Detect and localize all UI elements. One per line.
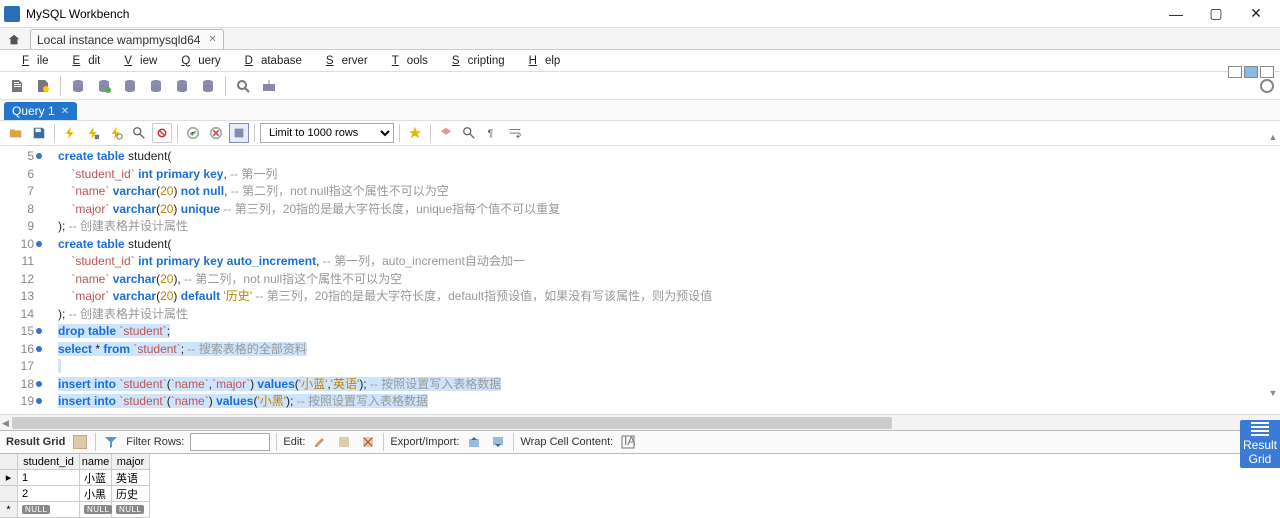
col-header[interactable]: major (112, 454, 150, 470)
main-toolbar (0, 72, 1280, 100)
result-toolbar: Result Grid Filter Rows: Edit: Export/Im… (0, 430, 1280, 454)
horizontal-scrollbar[interactable]: ◀ ▶ (0, 414, 1280, 430)
menu-help[interactable]: Help (513, 55, 569, 67)
menu-database[interactable]: Database (229, 55, 310, 67)
grid-icon (1251, 422, 1269, 438)
home-icon[interactable] (4, 31, 24, 49)
open-file-icon[interactable] (6, 123, 26, 143)
export-icon[interactable] (465, 433, 483, 451)
query-toolbar: Limit to 1000 rows ¶ (0, 120, 1280, 146)
settings-icon[interactable] (1260, 79, 1274, 93)
line-gutter: 5678910111213141516171819 (0, 146, 44, 414)
menu-file[interactable]: File (6, 55, 57, 67)
save-icon[interactable] (29, 123, 49, 143)
stop-icon[interactable] (152, 123, 172, 143)
menu-scripting[interactable]: Scripting (436, 55, 513, 67)
menu-view[interactable]: View (108, 55, 165, 67)
code-content[interactable]: create table student( `student_id` int p… (58, 146, 1280, 414)
execute-icon[interactable] (60, 123, 80, 143)
edit-row-icon[interactable] (311, 433, 329, 451)
result-grid-icon[interactable] (71, 433, 89, 451)
query-tab[interactable]: Query 1 ✕ (4, 102, 77, 120)
dashboard-icon[interactable] (258, 75, 280, 97)
menu-tools[interactable]: Tools (376, 55, 436, 67)
query-tabstrip: Query 1 ✕ (0, 100, 1280, 120)
db-cylinder-icon[interactable] (67, 75, 89, 97)
panel-left-toggle[interactable] (1228, 66, 1242, 78)
autocommit-toggle-icon[interactable] (229, 123, 249, 143)
commit-icon[interactable] (183, 123, 203, 143)
connection-tab[interactable]: Local instance wampmysqld64 ✕ (30, 29, 224, 49)
panel-toggle-group (1228, 66, 1274, 78)
search-icon[interactable] (129, 123, 149, 143)
db-edit-icon[interactable] (119, 75, 141, 97)
table-row[interactable]: *NULLNULLNULL (0, 502, 150, 518)
db-server-icon[interactable] (197, 75, 219, 97)
filter-rows-input[interactable] (190, 433, 270, 451)
wrap-cell-icon[interactable]: IA (619, 433, 637, 451)
window-titlebar: MySQL Workbench — ▢ ✕ (0, 0, 1280, 28)
close-button[interactable]: ✕ (1236, 1, 1276, 27)
sql-editor[interactable]: 5678910111213141516171819 create table s… (0, 146, 1280, 414)
search-db-icon[interactable] (232, 75, 254, 97)
close-icon[interactable]: ✕ (208, 34, 216, 45)
menubar: FileEditViewQueryDatabaseServerToolsScri… (0, 50, 1280, 72)
window-title: MySQL Workbench (26, 7, 1156, 21)
maximize-button[interactable]: ▢ (1196, 1, 1236, 27)
col-header[interactable]: student_id (18, 454, 80, 470)
table-row[interactable]: 2小黑历史 (0, 486, 150, 502)
rollback-icon[interactable] (206, 123, 226, 143)
filter-rows-label: Filter Rows: (126, 436, 184, 448)
db-add-icon[interactable] (93, 75, 115, 97)
open-sql-icon[interactable] (32, 75, 54, 97)
star-icon[interactable] (405, 123, 425, 143)
panel-bottom-toggle[interactable] (1244, 66, 1258, 78)
new-sql-icon[interactable] (6, 75, 28, 97)
db-refresh-icon[interactable] (145, 75, 167, 97)
menu-server[interactable]: Server (310, 55, 376, 67)
add-row-icon[interactable] (335, 433, 353, 451)
svg-text:IA: IA (624, 435, 635, 448)
grid-header: student_id name major (0, 454, 150, 470)
limit-rows-select[interactable]: Limit to 1000 rows (260, 123, 394, 143)
menu-edit[interactable]: Edit (57, 55, 109, 67)
invisible-chars-icon[interactable]: ¶ (482, 123, 502, 143)
col-header[interactable]: name (80, 454, 112, 470)
table-row[interactable]: ▸1小蓝英语 (0, 470, 150, 486)
result-grid[interactable]: student_id name major ▸1小蓝英语2小黑历史*NULLNU… (0, 454, 1280, 518)
close-icon[interactable]: ✕ (61, 106, 69, 117)
scroll-down-icon[interactable]: ▼ (1266, 386, 1280, 400)
connection-tabstrip: Local instance wampmysqld64 ✕ (0, 28, 1280, 50)
edit-label: Edit: (283, 436, 305, 448)
panel-right-toggle[interactable] (1260, 66, 1274, 78)
wrap-cell-label: Wrap Cell Content: (520, 436, 613, 448)
result-grid-label: Result Grid (6, 436, 65, 448)
scroll-up-icon[interactable]: ▲ (1266, 130, 1280, 144)
minimize-button[interactable]: — (1156, 1, 1196, 27)
explain-icon[interactable] (106, 123, 126, 143)
find-icon[interactable] (459, 123, 479, 143)
import-icon[interactable] (489, 433, 507, 451)
beautify-icon[interactable] (436, 123, 456, 143)
menu-query[interactable]: Query (165, 55, 228, 67)
filter-icon[interactable] (102, 433, 120, 451)
svg-text:¶: ¶ (488, 128, 494, 140)
app-logo-icon (4, 6, 20, 22)
scrollbar-thumb[interactable] (12, 417, 892, 429)
delete-row-icon[interactable] (359, 433, 377, 451)
result-grid-side-tab[interactable]: Result Grid (1240, 420, 1280, 468)
export-import-label: Export/Import: (390, 436, 459, 448)
connection-tab-label: Local instance wampmysqld64 (37, 33, 200, 47)
query-tab-label: Query 1 (12, 104, 55, 118)
db-tool-icon[interactable] (171, 75, 193, 97)
wrap-icon[interactable] (505, 123, 525, 143)
execute-current-icon[interactable] (83, 123, 103, 143)
